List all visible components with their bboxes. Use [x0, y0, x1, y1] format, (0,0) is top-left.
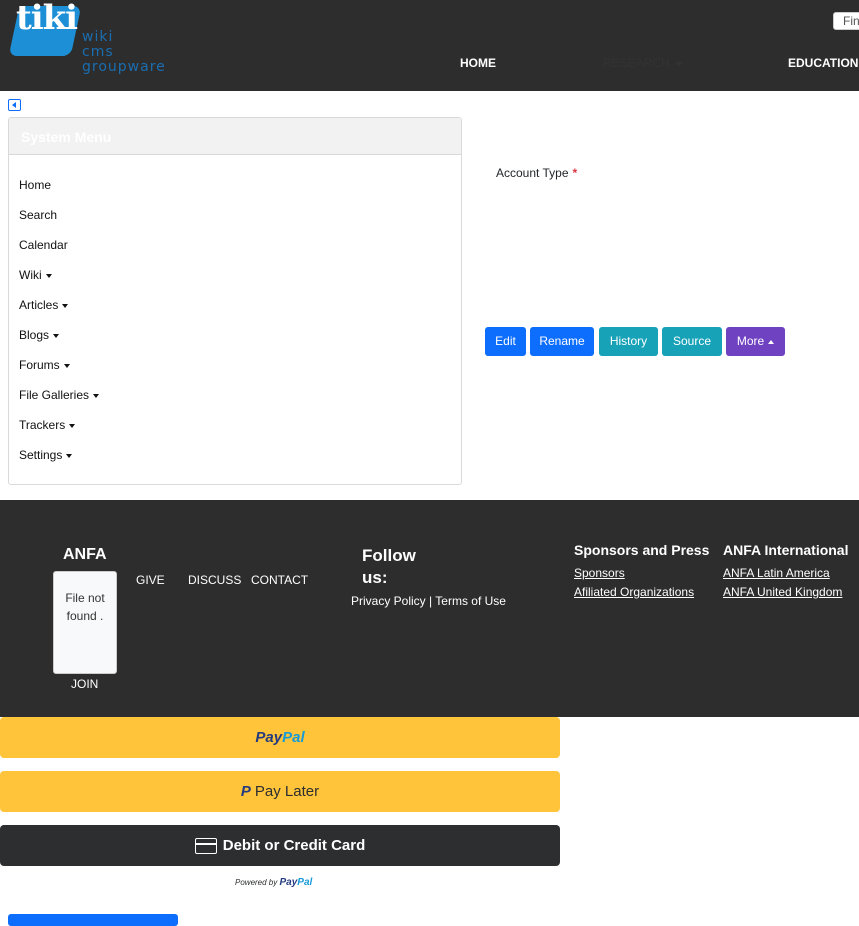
caret-up-icon	[768, 339, 775, 344]
partial-blue-button[interactable]	[8, 914, 178, 926]
caret-down-icon	[63, 363, 70, 368]
menu-item-label: Calendar	[19, 238, 68, 252]
international-heading: ANFA International	[723, 542, 849, 558]
menu-item-wiki[interactable]: Wiki	[19, 268, 461, 298]
more-button-label: More	[736, 334, 765, 348]
sponsors-link[interactable]: Sponsors	[574, 566, 625, 580]
separator: |	[429, 594, 433, 608]
paypal-logo-pay: Pay	[255, 729, 283, 746]
source-button[interactable]: Source	[662, 327, 722, 356]
footer-contact-link[interactable]: CONTACT	[251, 573, 308, 587]
logo-subtitle: wiki cms groupware	[82, 30, 166, 75]
menu-item-label: Search	[19, 208, 58, 222]
menu-item-label: Forums	[19, 358, 60, 372]
system-menu-title: System Menu	[9, 118, 461, 155]
terms-of-use-link[interactable]: Terms of Use	[435, 594, 506, 608]
footer-policy-links: Privacy Policy | Terms of Use	[351, 594, 506, 608]
debit-credit-card-button[interactable]: Debit or Credit Card	[0, 825, 560, 866]
rename-button[interactable]: Rename	[530, 327, 594, 356]
menu-item-label: Articles	[19, 298, 59, 312]
powered-by-paypal: Powered by PayPal	[235, 877, 312, 888]
menu-item-home[interactable]: Home	[19, 178, 461, 208]
pay-later-button[interactable]: P Pay Later	[0, 771, 560, 812]
system-menu-list: Home Search Calendar Wiki Articles Blogs…	[9, 155, 461, 478]
account-type-text: Account Type	[496, 166, 569, 180]
footer-give-link[interactable]: GIVE	[136, 573, 165, 587]
broken-image-placeholder: File not found .	[53, 571, 117, 674]
footer-anfa-title: ANFA	[63, 546, 107, 563]
latin-america-link[interactable]: ANFA Latin America	[723, 566, 830, 580]
menu-item-file-galleries[interactable]: File Galleries	[19, 388, 461, 418]
menu-item-label: Trackers	[19, 418, 66, 432]
nav-research[interactable]: RESEARCH	[603, 56, 683, 70]
menu-item-forums[interactable]: Forums	[19, 358, 461, 388]
paypal-p-icon: P	[240, 783, 251, 800]
credit-card-icon	[194, 837, 217, 854]
nav-home[interactable]: HOME	[460, 56, 496, 70]
pay-later-label: Pay Later	[254, 783, 320, 800]
nav-education[interactable]: EDUCATION	[788, 56, 858, 70]
footer-discuss-link[interactable]: DISCUSS	[188, 573, 241, 587]
menu-item-blogs[interactable]: Blogs	[19, 328, 461, 358]
logo-subtitle-line: wiki	[82, 29, 114, 45]
paypal-logo-pal: Pal	[282, 729, 305, 746]
menu-item-trackers[interactable]: Trackers	[19, 418, 461, 448]
powered-pal: Pal	[297, 877, 313, 888]
account-type-label: Account Type *	[496, 166, 577, 180]
logo-subtitle-line: cms	[82, 44, 114, 60]
powered-by-text: Powered by	[235, 878, 278, 887]
top-navbar: tiki wiki cms groupware HOME RESEARCH ED…	[0, 0, 859, 91]
menu-item-articles[interactable]: Articles	[19, 298, 461, 328]
edit-button[interactable]: Edit	[485, 327, 526, 356]
site-footer: ANFA File not found . JOIN GIVE DISCUSS …	[0, 500, 859, 717]
menu-item-label: Blogs	[19, 328, 50, 342]
find-input[interactable]: Fin	[833, 12, 859, 30]
required-mark: *	[572, 166, 578, 180]
caret-down-icon	[69, 423, 76, 428]
logo-subtitle-line: groupware	[82, 59, 166, 75]
menu-item-search[interactable]: Search	[19, 208, 461, 238]
menu-item-settings[interactable]: Settings	[19, 448, 461, 478]
footer-join-link[interactable]: JOIN	[71, 677, 98, 691]
menu-item-label: Wiki	[19, 268, 42, 282]
tiki-logo[interactable]: tiki	[8, 0, 82, 60]
menu-item-label: Home	[19, 178, 52, 192]
caret-down-icon	[62, 303, 69, 308]
nav-research-label: RESEARCH	[603, 56, 670, 70]
privacy-policy-link[interactable]: Privacy Policy	[351, 594, 426, 608]
caret-down-icon	[53, 333, 60, 338]
affiliated-organizations-link[interactable]: Afiliated Organizations	[574, 585, 694, 599]
logo-text: tiki	[16, 0, 78, 38]
history-button[interactable]: History	[599, 327, 658, 356]
menu-item-label: Settings	[19, 448, 63, 462]
sponsors-heading: Sponsors and Press	[574, 542, 710, 558]
caret-down-icon	[45, 273, 52, 278]
debit-credit-label: Debit or Credit Card	[222, 837, 366, 854]
caret-down-icon	[66, 453, 73, 458]
united-kingdom-link[interactable]: ANFA United Kingdom	[723, 585, 842, 599]
powered-pay: Pay	[279, 877, 298, 888]
menu-item-label: File Galleries	[19, 388, 90, 402]
more-button[interactable]: More	[726, 327, 785, 356]
follow-us-heading: Follow us:	[362, 546, 416, 587]
menu-item-calendar[interactable]: Calendar	[19, 238, 461, 268]
chevron-down-icon	[674, 61, 683, 66]
caret-down-icon	[93, 393, 100, 398]
system-menu-panel: System Menu Home Search Calendar Wiki Ar…	[8, 117, 462, 485]
paypal-button[interactable]: Pay Pal	[0, 717, 560, 758]
collapse-sidebar-icon[interactable]	[8, 99, 21, 111]
